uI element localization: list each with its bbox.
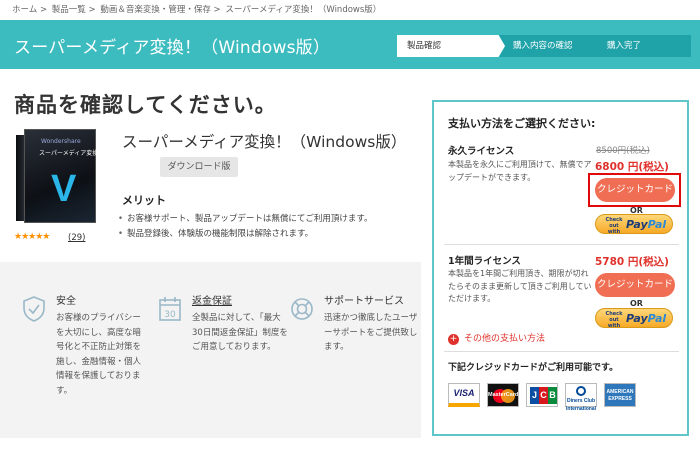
feature-title: サポートサービス: [324, 296, 404, 307]
refund-guarantee-link[interactable]: 返金保証: [192, 292, 232, 307]
divider: [444, 244, 679, 245]
product-name: スーパーメディア変換！（Windows版）: [122, 133, 407, 151]
payment-panel: 支払い方法をご選択ください: 永久ライセンス 8500円(税込) 本製品を永久に…: [432, 100, 689, 436]
calendar-number: 30: [164, 310, 176, 320]
checkout-steps: 購入完了 購入内容の確認 製品確認: [397, 35, 691, 57]
breadcrumb-current: スーパーメディア変換！（Windows版）: [225, 5, 382, 15]
calendar-icon: 30: [158, 296, 182, 322]
step-confirm-order: 購入内容の確認: [499, 35, 603, 57]
paypal-logo: PayPal: [626, 312, 667, 325]
breadcrumb: ホーム > 製品一覧 > 動画＆音楽変換・管理・保存 > スーパーメディア変換！…: [12, 3, 383, 15]
paypal-button-perpetual[interactable]: Check out with PayPal: [595, 214, 673, 235]
breadcrumb-separator: >: [39, 5, 48, 15]
box-logo-v: V: [51, 168, 77, 210]
other-payment-methods-link[interactable]: + その他の支払い方法: [448, 331, 545, 345]
old-price: 8500円(税込): [596, 146, 650, 156]
license-name-yearly: 1年間ライセンス: [448, 256, 521, 267]
visa-logo: VISA: [448, 383, 480, 407]
jcb-logo: J C B: [526, 383, 558, 407]
paypal-checkout-text: Check out with: [605, 217, 623, 235]
header-title: スーパーメディア変換！（Windows版）: [14, 38, 331, 58]
breadcrumb-home[interactable]: ホーム: [12, 5, 37, 15]
download-badge: ダウンロード版: [160, 157, 238, 177]
merit-item: 製品登録後、体験版の機能制限は解除されます。: [118, 227, 373, 242]
license-desc: 本製品を1年間ご利用頂き、期限が切れたらそのまま更新して頂きご利用していただけま…: [448, 269, 592, 303]
breadcrumb-separator: >: [213, 5, 221, 15]
license-name-perpetual: 永久ライセンス: [448, 146, 515, 157]
american-express-logo: AMERICAN EXPRESS: [604, 383, 636, 407]
paypal-button-yearly[interactable]: Check out with PayPal: [595, 308, 673, 329]
price-yearly: 5780 円(税込): [595, 256, 669, 268]
other-payment-label: その他の支払い方法: [464, 334, 546, 344]
step-complete: 購入完了: [593, 35, 691, 57]
page-title: 商品を確認してください。: [14, 93, 277, 117]
feature-body: 全製品に対して、「最大30日間返金保証」制度をご用意しております。: [192, 313, 288, 352]
breadcrumb-separator: >: [88, 5, 96, 15]
or-label: OR: [630, 299, 643, 308]
merit-list: お客様サポート、製品アップデートは無償にてご利用頂けます。 製品登録後、体験版の…: [118, 212, 373, 242]
merit-title: メリット: [122, 194, 166, 207]
features-band: 安全 お客様のプライバシーを大切にし、高度な暗号化と不正防止対策を施し、金融情報…: [0, 262, 421, 438]
accepted-cards-title: 下記クレジッドカードがご利用可能です。: [448, 363, 619, 373]
lifebuoy-icon: [290, 296, 314, 322]
feature-title: 安全: [56, 296, 76, 307]
credit-card-button-perpetual[interactable]: クレジットカード: [595, 178, 675, 202]
diners-club-logo: Diners Club International: [565, 383, 597, 412]
paypal-logo: PayPal: [626, 218, 667, 231]
mastercard-logo: MasterCard: [487, 383, 519, 407]
box-front: Wondershare スーパーメディア変換！ V: [24, 129, 104, 223]
plus-icon: +: [448, 334, 459, 345]
payment-title: 支払い方法をご選択ください:: [448, 117, 596, 130]
merit-item: お客様サポート、製品アップデートは無償にてご利用頂けます。: [118, 212, 372, 227]
step-product-check: 製品確認: [397, 35, 505, 57]
breadcrumb-products[interactable]: 製品一覧: [52, 5, 86, 15]
review-count-link[interactable]: (29): [68, 233, 85, 243]
box-title: スーパーメディア変換！: [39, 150, 105, 157]
box-brand: Wondershare: [41, 138, 81, 145]
divider: [444, 351, 679, 352]
paypal-checkout-text: Check out with: [605, 311, 623, 329]
breadcrumb-category[interactable]: 動画＆音楽変換・管理・保存: [100, 5, 211, 15]
feature-body: お客様のプライバシーを大切にし、高度な暗号化と不正防止対策を施し、金融情報・個人…: [56, 313, 142, 396]
price-perpetual: 6800 円(税込): [595, 161, 669, 173]
product-box-image: Wondershare スーパーメディア変換！ V: [14, 127, 104, 227]
credit-card-button-yearly[interactable]: クレジットカード: [595, 273, 675, 297]
feature-body: 迅速かつ徹底したユーザーサポートをご提供致します。: [324, 313, 418, 352]
license-desc: 本製品を永久にご利用頂けて、無償でアップデートができます。: [448, 160, 592, 182]
rating-stars: ★★★★★: [14, 232, 50, 242]
shield-icon: [22, 296, 46, 322]
